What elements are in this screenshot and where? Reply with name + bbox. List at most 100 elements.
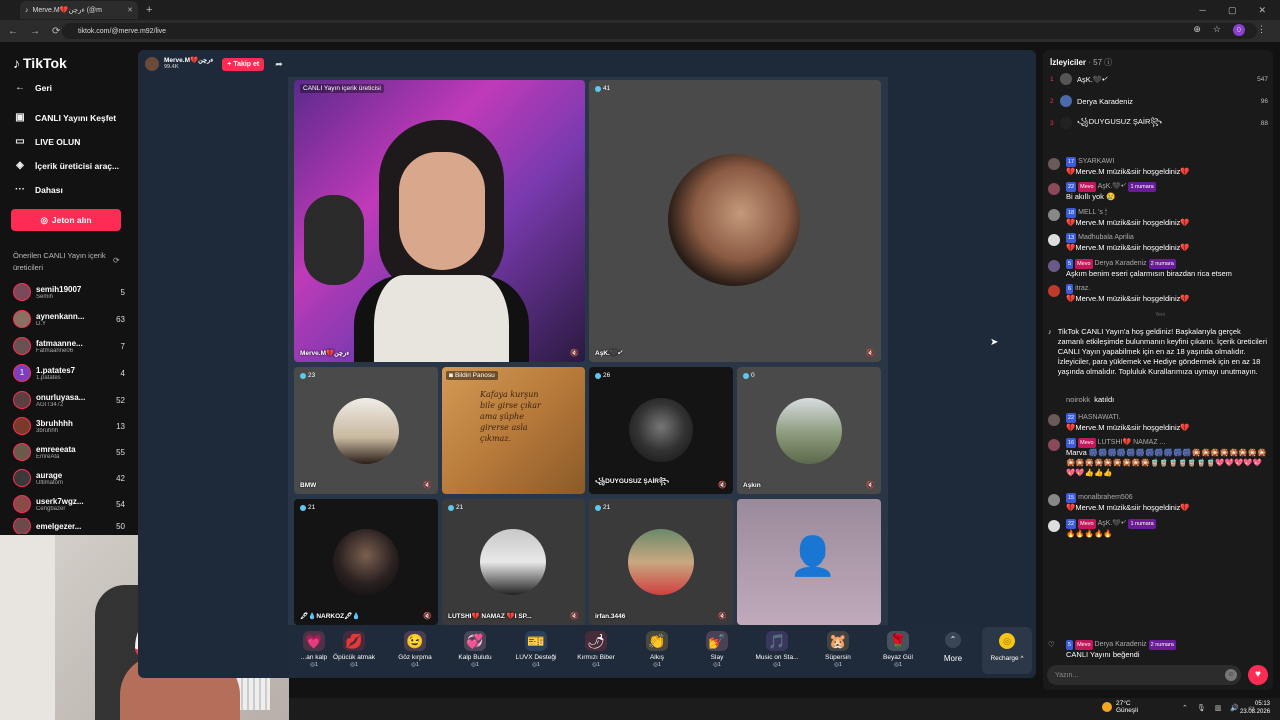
avatar[interactable]	[1048, 520, 1060, 532]
reload-icon[interactable]: ⟳	[52, 26, 60, 37]
notice-board-tile[interactable]: ◙ Bildiri Panosu Kafaya kurşun bile girse…	[442, 367, 585, 494]
host-video-tile[interactable]: CANLI Yayın içerik üreticisi Merve.M💔ءرچ…	[294, 80, 585, 362]
suggested-creator[interactable]: emreeeata EmreAta 55	[13, 440, 125, 464]
tiktok-logo[interactable]: ♪ TikTok	[13, 55, 67, 71]
microphone-icon[interactable]: 🎙	[1197, 704, 1206, 712]
url-field[interactable]: tiktok.com/@merve.m92/live	[62, 23, 1257, 39]
host-avatar[interactable]	[145, 57, 159, 71]
minimize-icon[interactable]: ─	[1200, 5, 1206, 16]
browser-tab[interactable]: ♪ Merve.M💔ءرچن (@m ✕	[20, 1, 138, 19]
chat-user-name[interactable]: HASNAWATI.	[1078, 414, 1121, 421]
rank: 1	[1050, 75, 1054, 83]
left-sidebar: ♪ TikTok ← Geri ▣ CANLI Yayını Keşfet ▭ LIVE…	[0, 42, 138, 535]
chat-user-name[interactable]: SYARKAWI	[1078, 158, 1114, 165]
gift-item[interactable]: 🌶 Kırmızı Biber ◎1	[566, 631, 626, 668]
close-tab-icon[interactable]: ✕	[127, 6, 133, 14]
guest-tile[interactable]: 21 irfan.3446 🔇	[589, 499, 733, 625]
nav-more[interactable]: ··· Dahası	[13, 184, 63, 195]
follow-button[interactable]: + Takip et	[222, 57, 265, 71]
joined-user[interactable]: noirokk	[1066, 395, 1090, 405]
back-icon[interactable]: ←	[8, 26, 18, 37]
suggested-creator[interactable]: userk7wgz... Cengbazer 54	[13, 492, 125, 516]
avatar	[13, 443, 31, 461]
nav-go-live[interactable]: ▭ LIVE OLUN	[13, 136, 80, 147]
suggested-creator[interactable]: semih19007 Semih 5	[13, 280, 125, 304]
refresh-icon[interactable]: ⟳	[113, 256, 120, 265]
chat-user-name[interactable]: AşK.🖤•ᐟ	[1098, 520, 1127, 527]
gift-item[interactable]: 💞 Kalp Bulutu ◎1	[445, 631, 505, 668]
avatar[interactable]	[1048, 285, 1060, 297]
gift-item[interactable]: 🌹 Beyaz Gül ◎1	[868, 631, 928, 668]
bookmark-star-icon[interactable]: ☆	[1213, 24, 1221, 36]
gift-item[interactable]: 💅 Slay ◎1	[687, 631, 747, 668]
viewers-header[interactable]: İzleyiciler · 57 ⓘ	[1050, 57, 1112, 68]
browser-menu-icon[interactable]: ⋮	[1257, 24, 1266, 36]
share-icon[interactable]: ➦	[275, 59, 283, 70]
network-icon[interactable]: ▥	[1215, 704, 1222, 712]
suggested-creator[interactable]: 1 1.patates7 1.patates 4	[13, 361, 125, 385]
chat-user-name[interactable]: AşK.🖤•ᐟ	[1098, 183, 1127, 190]
gift-item[interactable]: 😉 Göz kırpma ◎1	[385, 631, 445, 668]
guest-tile[interactable]: 21 LUTSHI💔 NAMAZ 💔I SP... 🔇	[442, 499, 585, 625]
guest-tile[interactable]: 26 ꧁DUYGUSUZ ŞAİR꧂ 🔇	[589, 367, 733, 494]
avatar[interactable]	[1048, 234, 1060, 246]
guest-tile[interactable]: 0 Aşkın 🔇	[737, 367, 881, 494]
chat-user-name[interactable]: MELL 's 🕯	[1078, 209, 1107, 216]
empty-guest-slot[interactable]: 👤	[737, 499, 881, 625]
top-viewer-row[interactable]: 2 Derya Karadeniz 96	[1050, 93, 1268, 109]
chat-user-name[interactable]: Madhubala Aprilia	[1078, 234, 1134, 241]
gift-item[interactable]: 🐹 Süpersin ◎1	[808, 631, 868, 668]
avatar[interactable]	[1048, 158, 1060, 170]
suggested-creator[interactable]: emelgezer... 50	[13, 518, 125, 534]
guest-tile[interactable]: 23 BMW 🔇	[294, 367, 438, 494]
guest-tile[interactable]: 41 AşK.🖤•ᐟ 🔇	[589, 80, 881, 362]
suggested-creator[interactable]: aynenkann... D.Y 63	[13, 307, 125, 331]
top-viewer-row[interactable]: 1 AşK.🖤•ᐟ 547	[1050, 71, 1268, 87]
gift-price-value: 1	[838, 662, 842, 668]
volume-icon[interactable]: 🔊	[1230, 704, 1239, 712]
gift-item[interactable]: 🎵 Music on Sta... ◎1	[747, 631, 807, 668]
profile-avatar[interactable]: 0	[1233, 24, 1245, 36]
like-heart-button[interactable]: ♥	[1248, 665, 1268, 685]
chat-user-name[interactable]: LUTSHI💔 NAMAZ ...	[1098, 439, 1166, 446]
host-name[interactable]: Merve.M💔ءرچن	[164, 57, 213, 64]
avatar[interactable]	[1048, 414, 1060, 426]
guest-tile[interactable]: 21 🖋💧NARKOZ🖋💧 🔇	[294, 499, 438, 625]
maximize-icon[interactable]: ▢	[1228, 5, 1237, 16]
zoom-icon[interactable]: ⊕	[1193, 24, 1201, 36]
info-icon[interactable]: ⓘ	[1104, 58, 1112, 67]
system-clock[interactable]: 05:13 23.08.2026	[1240, 700, 1270, 716]
avatar[interactable]	[1048, 494, 1060, 506]
avatar[interactable]	[1048, 439, 1060, 451]
chat-message: 6 itraz. 💔Merve.M müzik&siir hoşgeldiniz💔	[1048, 284, 1270, 304]
gift-item[interactable]: 💋 Öpücük atmak ◎1	[324, 631, 384, 668]
chat-user-name[interactable]: itraz.	[1075, 285, 1090, 292]
suggested-creator[interactable]: fatmaanne... Fatmaanne06 7	[13, 334, 125, 358]
avatar[interactable]	[1048, 183, 1060, 195]
emoji-icon[interactable]: ☺	[1225, 669, 1237, 681]
suggested-creator[interactable]: 3bruhhhh 3bruhhh 13	[13, 414, 125, 438]
avatar[interactable]	[1048, 209, 1060, 221]
new-messages-divider: Yeni	[1155, 312, 1165, 318]
forward-icon[interactable]: →	[30, 26, 40, 37]
nav-creator-tools[interactable]: ◈ İçerik üreticisi araç...	[13, 160, 119, 171]
chat-user-name[interactable]: Derya Karadeniz	[1095, 641, 1147, 648]
close-window-icon[interactable]: ✕	[1258, 5, 1266, 16]
chat-user-name[interactable]: Derya Karadeniz	[1095, 260, 1147, 267]
nav-explore-live[interactable]: ▣ CANLI Yayını Keşfet	[13, 112, 116, 123]
suggested-creator[interactable]: aurage Ultimatom 42	[13, 466, 125, 490]
chat-user-name[interactable]: monalbrahem506	[1078, 494, 1132, 501]
nav-back[interactable]: ← Geri	[13, 82, 52, 93]
more-gifts-button[interactable]: ⌃ More	[930, 632, 976, 663]
chat-input[interactable]: Yazın... ☺	[1047, 665, 1241, 685]
new-tab-icon[interactable]: +	[146, 4, 152, 16]
chevron-up-icon[interactable]: ⌃	[1182, 704, 1188, 712]
gift-item[interactable]: 👏 Alkış ◎1	[627, 631, 687, 668]
avatar[interactable]	[1048, 260, 1060, 272]
get-coins-button[interactable]: ◎ Jeton alın	[11, 209, 121, 231]
top-viewer-row[interactable]: 3 ꧁DUYGUSUZ ŞAİR꧂ 88	[1050, 115, 1268, 131]
recharge-button[interactable]: ◎ Recharge ^	[982, 627, 1032, 674]
suggested-creator[interactable]: onurluyasa... AGİT3472 52	[13, 388, 125, 412]
gift-item[interactable]: 🎫 LUVX Desteği ◎1	[506, 631, 566, 668]
weather-widget[interactable]: 27°C Güneşli	[1102, 700, 1138, 714]
